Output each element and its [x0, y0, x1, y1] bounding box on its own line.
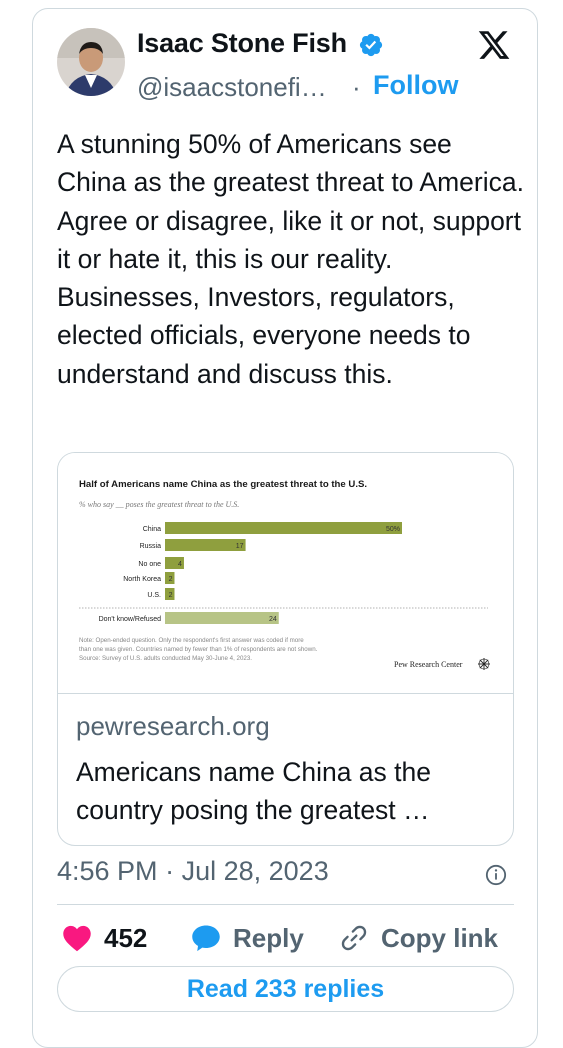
verified-badge-icon	[359, 33, 383, 57]
chart-bar	[165, 522, 402, 534]
chart-image: Half of Americans name China as the grea…	[58, 453, 513, 694]
author-name[interactable]: Isaac Stone Fish	[137, 28, 347, 59]
info-icon[interactable]	[485, 864, 507, 886]
chart-bar	[165, 539, 246, 551]
chart-value-label: 50%	[386, 526, 400, 533]
chart-category-label: U.S.	[147, 592, 161, 599]
chart-value-label: 24	[269, 616, 277, 623]
tweet-timestamp[interactable]: 4:56 PM · Jul 28, 2023	[57, 856, 329, 887]
chart-value-label: 17	[236, 543, 244, 550]
follow-button[interactable]: Follow	[373, 70, 458, 101]
link-title[interactable]: Americans name China as the country posi…	[76, 753, 496, 829]
separator-dot: ·	[352, 72, 361, 102]
divider	[57, 904, 514, 905]
author-handle[interactable]: @isaacstonefi…	[137, 72, 327, 103]
like-button[interactable]: 452	[62, 918, 147, 958]
chart-note-line-2: than one was given. Countries named by f…	[79, 646, 318, 653]
chart-category-label: China	[143, 526, 161, 533]
reply-button[interactable]: Reply	[191, 918, 304, 958]
chart-title: Half of Americans name China as the grea…	[79, 479, 367, 490]
chart-category-label: Don't know/Refused	[99, 616, 162, 623]
copy-link-button[interactable]: Copy link	[339, 918, 498, 958]
chart-category-label: No one	[138, 561, 161, 568]
chart-value-label: 2	[169, 576, 173, 583]
reply-label: Reply	[233, 922, 304, 953]
chart-category-label: North Korea	[123, 576, 161, 583]
link-preview-card[interactable]: Half of Americans name China as the grea…	[57, 452, 514, 846]
pew-logo-text: Pew Research Center	[394, 660, 463, 669]
link-domain: pewresearch.org	[76, 711, 270, 741]
chart-subtitle: % who say __ poses the greatest threat t…	[79, 500, 239, 509]
like-count: 452	[104, 922, 148, 953]
pew-logo-icon	[478, 658, 490, 670]
chart-category-label: Russia	[140, 543, 162, 550]
bar-chart: Half of Americans name China as the grea…	[79, 479, 490, 670]
chart-bar	[165, 612, 279, 624]
heart-icon	[63, 925, 91, 952]
chart-value-label: 2	[169, 592, 173, 599]
tweet-time: 4:56 PM	[57, 856, 158, 886]
copy-link-label: Copy link	[381, 922, 499, 953]
chart-note-line-1: Note: Open-ended question. Only the resp…	[79, 637, 304, 644]
read-replies-button[interactable]: Read 233 replies	[57, 966, 514, 1012]
chart-value-label: 4	[178, 561, 182, 568]
tweet-text: A stunning 50% of Americans see China as…	[57, 129, 524, 389]
tweet-date: Jul 28, 2023	[181, 856, 329, 886]
timestamp-separator: ·	[165, 856, 175, 886]
link-icon	[341, 925, 367, 951]
author-avatar[interactable]	[57, 28, 125, 96]
chart-source: Source: Survey of U.S. adults conducted …	[79, 655, 252, 662]
reply-bubble-icon	[192, 925, 220, 952]
x-logo-icon[interactable]	[476, 28, 512, 62]
